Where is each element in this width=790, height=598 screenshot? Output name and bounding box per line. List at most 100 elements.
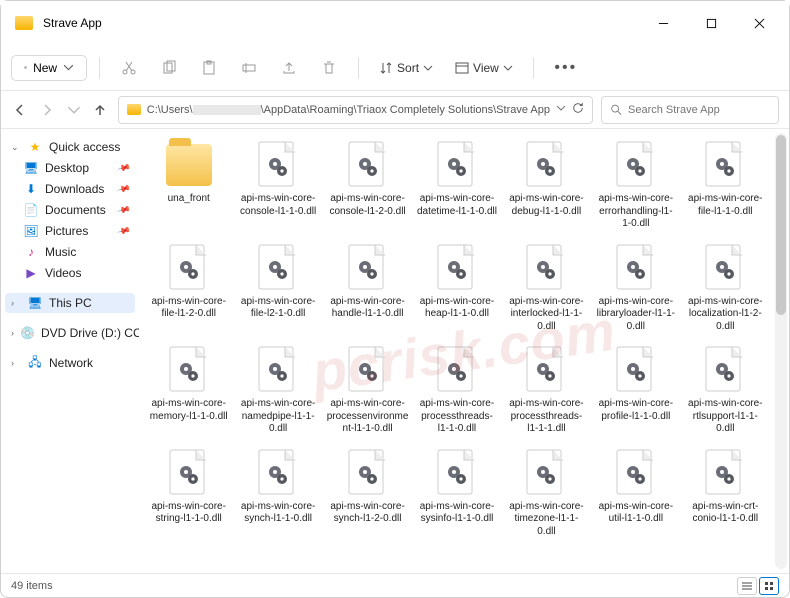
search-box[interactable]: [601, 96, 779, 124]
sidebar-item-downloads[interactable]: ⬇Downloads📌: [5, 179, 135, 199]
rename-button[interactable]: [232, 53, 266, 83]
chevron-down-icon[interactable]: [556, 103, 566, 116]
sidebar-item-network[interactable]: ›🖧Network: [5, 353, 135, 373]
up-button[interactable]: [91, 96, 110, 124]
new-button[interactable]: New: [11, 55, 87, 81]
file-item[interactable]: api-ms-win-core-file-l1-1-0.dll: [682, 135, 769, 236]
file-item[interactable]: api-ms-win-core-synch-l1-2-0.dll: [324, 443, 411, 544]
refresh-button[interactable]: [572, 102, 584, 117]
dll-icon: [613, 345, 659, 395]
address-bar[interactable]: C:\Users\\AppData\Roaming\Triaox Complet…: [118, 96, 593, 124]
dll-icon: [345, 345, 391, 395]
chevron-right-icon: ›: [11, 328, 14, 338]
folder-icon: [127, 104, 141, 115]
sort-label: Sort: [397, 61, 419, 75]
file-item[interactable]: api-ms-win-core-errorhandling-l1-1-0.dll: [592, 135, 679, 236]
file-item[interactable]: api-ms-win-core-string-l1-1-0.dll: [145, 443, 232, 544]
sidebar-item-videos[interactable]: ▶ Videos: [5, 263, 135, 283]
folder-item[interactable]: una_front: [145, 135, 232, 236]
file-item[interactable]: api-ms-win-core-namedpipe-l1-1-0.dll: [234, 340, 321, 441]
file-item[interactable]: api-ms-win-core-heap-l1-1-0.dll: [413, 238, 500, 339]
sidebar-item-pictures[interactable]: 🖼Pictures📌: [5, 221, 135, 241]
file-item[interactable]: api-ms-win-core-handle-l1-1-0.dll: [324, 238, 411, 339]
sidebar-item-documents[interactable]: 📄Documents📌: [5, 200, 135, 220]
share-button[interactable]: [272, 53, 306, 83]
search-icon: [610, 103, 622, 116]
file-item[interactable]: api-ms-win-core-timezone-l1-1-0.dll: [503, 443, 590, 544]
file-item[interactable]: api-ms-win-core-sysinfo-l1-1-0.dll: [413, 443, 500, 544]
window-title: Strave App: [43, 16, 641, 30]
search-input[interactable]: [628, 104, 770, 116]
paste-button[interactable]: [192, 53, 226, 83]
view-button[interactable]: View: [447, 57, 521, 79]
sidebar-item-this-pc[interactable]: ›🖥This PC: [5, 293, 135, 313]
sidebar-item-music[interactable]: ♪Music: [5, 242, 135, 262]
forward-button[interactable]: [38, 96, 57, 124]
file-item[interactable]: api-ms-win-core-file-l1-2-0.dll: [145, 238, 232, 339]
new-label: New: [33, 61, 57, 75]
file-label: api-ms-win-core-processenvironment-l1-1-…: [327, 398, 409, 436]
dll-icon: [166, 448, 212, 498]
file-item[interactable]: api-ms-win-core-localization-l1-2-0.dll: [682, 238, 769, 339]
file-item[interactable]: api-ms-win-core-util-l1-1-0.dll: [592, 443, 679, 544]
file-item[interactable]: api-ms-win-core-console-l1-1-0.dll: [234, 135, 321, 236]
file-item[interactable]: api-ms-win-crt-conio-l1-1-0.dll: [682, 443, 769, 544]
file-label: api-ms-win-core-localization-l1-2-0.dll: [684, 296, 766, 334]
file-label: api-ms-win-core-synch-l1-2-0.dll: [327, 501, 409, 526]
sidebar-label: Downloads: [45, 182, 104, 196]
icons-view-button[interactable]: [759, 577, 779, 595]
folder-icon: [15, 16, 33, 30]
scrollbar[interactable]: [775, 133, 787, 569]
details-view-button[interactable]: [737, 577, 757, 595]
video-icon: ▶: [23, 266, 39, 280]
recent-button[interactable]: [64, 96, 83, 124]
sidebar-label: Videos: [45, 266, 81, 280]
close-button[interactable]: [737, 8, 781, 38]
sidebar-item-quick-access[interactable]: ⌄★Quick access: [5, 137, 135, 157]
file-label: api-ms-win-core-synch-l1-1-0.dll: [237, 501, 319, 526]
file-item[interactable]: api-ms-win-core-processenvironment-l1-1-…: [324, 340, 411, 441]
status-bar: 49 items: [1, 573, 789, 597]
sort-button[interactable]: Sort: [371, 57, 441, 79]
file-label: api-ms-win-core-libraryloader-l1-1-0.dll: [595, 296, 677, 334]
file-item[interactable]: api-ms-win-core-rtlsupport-l1-1-0.dll: [682, 340, 769, 441]
file-label: api-ms-win-core-string-l1-1-0.dll: [148, 501, 230, 526]
address-row: C:\Users\\AppData\Roaming\Triaox Complet…: [1, 91, 789, 129]
network-icon: 🖧: [27, 356, 43, 370]
delete-button[interactable]: [312, 53, 346, 83]
file-label: api-ms-win-core-file-l1-2-0.dll: [148, 296, 230, 321]
file-item[interactable]: api-ms-win-core-processthreads-l1-1-0.dl…: [413, 340, 500, 441]
file-label: api-ms-win-core-timezone-l1-1-0.dll: [505, 501, 587, 539]
divider: [358, 57, 359, 79]
music-icon: ♪: [23, 245, 39, 259]
disc-icon: 💿: [20, 326, 35, 340]
file-item[interactable]: api-ms-win-core-console-l1-2-0.dll: [324, 135, 411, 236]
file-item[interactable]: api-ms-win-core-memory-l1-1-0.dll: [145, 340, 232, 441]
file-item[interactable]: api-ms-win-core-interlocked-l1-1-0.dll: [503, 238, 590, 339]
chevron-down-icon: [423, 63, 433, 73]
window-controls: [641, 8, 781, 38]
file-item[interactable]: api-ms-win-core-debug-l1-1-0.dll: [503, 135, 590, 236]
sidebar-item-desktop[interactable]: 🖥Desktop📌: [5, 158, 135, 178]
scroll-thumb[interactable]: [776, 135, 786, 315]
copy-button[interactable]: [152, 53, 186, 83]
file-item[interactable]: api-ms-win-core-file-l2-1-0.dll: [234, 238, 321, 339]
file-item[interactable]: api-ms-win-core-processthreads-l1-1-1.dl…: [503, 340, 590, 441]
sidebar-item-dvd[interactable]: ›💿DVD Drive (D:) CCCC: [5, 323, 135, 343]
maximize-button[interactable]: [689, 8, 733, 38]
view-icon: [455, 61, 469, 75]
file-item[interactable]: api-ms-win-core-profile-l1-1-0.dll: [592, 340, 679, 441]
divider: [99, 57, 100, 79]
file-item[interactable]: api-ms-win-core-libraryloader-l1-1-0.dll: [592, 238, 679, 339]
file-label: api-ms-win-core-util-l1-1-0.dll: [595, 501, 677, 526]
minimize-button[interactable]: [641, 8, 685, 38]
back-button[interactable]: [11, 96, 30, 124]
file-item[interactable]: api-ms-win-core-datetime-l1-1-0.dll: [413, 135, 500, 236]
cut-button[interactable]: [112, 53, 146, 83]
file-label: api-ms-win-core-sysinfo-l1-1-0.dll: [416, 501, 498, 526]
plus-icon: [24, 61, 27, 75]
more-button[interactable]: •••: [546, 53, 586, 83]
breadcrumb-prefix: C:\Users\: [147, 104, 193, 116]
chevron-down-icon: [63, 62, 74, 73]
file-item[interactable]: api-ms-win-core-synch-l1-1-0.dll: [234, 443, 321, 544]
